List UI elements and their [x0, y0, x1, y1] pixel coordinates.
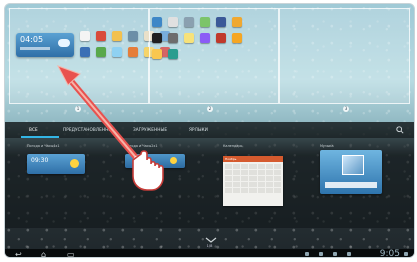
page-marker[interactable]: 1: [75, 106, 81, 112]
preview-time: 09:30: [31, 157, 49, 164]
widget-label: Календарь: [223, 144, 243, 148]
sun-icon: [70, 159, 79, 168]
notification-icon: [319, 252, 323, 256]
app-icon[interactable]: [80, 47, 90, 57]
tab-downloaded[interactable]: ЗАГРУЖЕННЫЕ: [133, 127, 167, 132]
app-icon[interactable]: [200, 33, 210, 43]
home-panel-1[interactable]: 04:05: [9, 8, 170, 104]
sun-icon: [170, 157, 177, 164]
widget-pager: 1/8: [206, 244, 213, 248]
app-icons-grid-2: [152, 17, 246, 63]
app-icon[interactable]: [152, 49, 162, 59]
notification-icon: [347, 252, 351, 256]
app-icon[interactable]: [200, 17, 210, 27]
app-icon[interactable]: [168, 33, 178, 43]
calendar-widget-preview[interactable]: Ноябрь: [223, 156, 283, 206]
system-navbar: ↩ ⌂ ▭ 9:05: [5, 249, 414, 258]
home-panels: 04:05: [9, 8, 410, 104]
widget-label: Погода и Часы4x1: [27, 144, 60, 148]
clock-date: [20, 47, 50, 50]
notification-icon: [305, 252, 309, 256]
chevron-down-icon[interactable]: [204, 236, 218, 244]
search-icon[interactable]: [396, 126, 404, 134]
clock-time: 04:05: [20, 35, 44, 44]
app-icon[interactable]: [112, 47, 122, 57]
app-icon[interactable]: [128, 31, 138, 41]
page-marker[interactable]: 3: [343, 106, 349, 112]
status-clock: 9:05: [379, 249, 400, 258]
home-icon[interactable]: ⌂: [41, 251, 46, 258]
app-icon[interactable]: [232, 17, 242, 27]
app-icon[interactable]: [216, 33, 226, 43]
app-icon[interactable]: [168, 49, 178, 59]
music-controls: [325, 182, 377, 188]
app-icon[interactable]: [80, 31, 90, 41]
page-marker[interactable]: 2: [207, 106, 213, 112]
app-icon[interactable]: [96, 47, 106, 57]
home-page-markers: 1 2 3: [5, 106, 414, 114]
app-icon[interactable]: [152, 17, 162, 27]
home-panel-3[interactable]: [279, 8, 410, 104]
app-icon[interactable]: [232, 33, 242, 43]
tab-all[interactable]: ВСЕ: [29, 127, 38, 132]
app-icon[interactable]: [96, 31, 106, 41]
recent-apps-icon[interactable]: ▭: [67, 251, 75, 258]
back-icon[interactable]: ↩: [15, 251, 22, 258]
weather-clock-4x1-preview[interactable]: 09:30: [27, 154, 85, 174]
home-panel-2[interactable]: [149, 8, 279, 104]
weather-clock-widget[interactable]: 04:05: [16, 33, 74, 57]
widget-picker: Погода и Часы4x1 Погода и Часы2x1 Календ…: [5, 138, 414, 228]
tab-shortcuts[interactable]: ЯРЛЫКИ: [189, 127, 208, 132]
app-icon[interactable]: [128, 47, 138, 57]
app-icon[interactable]: [184, 33, 194, 43]
app-icon[interactable]: [184, 17, 194, 27]
widget-label: Музыка: [320, 144, 334, 148]
battery-icon: [404, 252, 408, 256]
calendar-grid: [223, 162, 283, 195]
app-icon[interactable]: [152, 33, 162, 43]
widget-tabs: ВСЕ ПРЕДУСТАНОВЛЕННЫЕ ЗАГРУЖЕННЫЕ ЯРЛЫКИ: [5, 122, 414, 138]
widget-label: Погода и Часы2x1: [125, 144, 158, 148]
cloud-icon: [58, 39, 70, 47]
weather-clock-2x1-preview[interactable]: [125, 154, 185, 168]
tab-preinstalled[interactable]: ПРЕДУСТАНОВЛЕННЫЕ: [63, 127, 115, 132]
tablet-screen: 04:05 1 2 3 ВСЕ ПРЕДУСТАНОВЛЕННЫЕ ЗАГРУЖ…: [4, 3, 415, 258]
app-icon[interactable]: [112, 31, 122, 41]
album-art-icon: [342, 155, 364, 175]
app-icon[interactable]: [216, 17, 226, 27]
notification-icon: [333, 252, 337, 256]
music-widget-preview[interactable]: [320, 150, 382, 194]
app-icon[interactable]: [168, 17, 178, 27]
